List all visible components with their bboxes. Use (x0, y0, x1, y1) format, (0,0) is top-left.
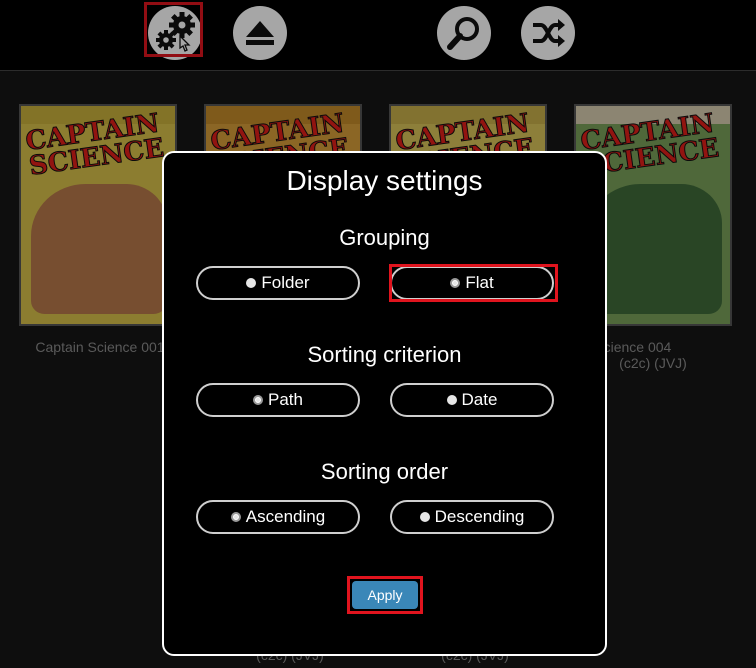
sorting-date-option[interactable]: Date (390, 383, 554, 417)
dialog-title: Display settings (286, 165, 483, 196)
sorting-descending-option[interactable]: Descending (390, 500, 554, 534)
sorting-criterion-title: Sorting criterion (307, 342, 462, 367)
option-label: Flat (465, 273, 494, 292)
sorting-path-option[interactable]: Path (196, 383, 360, 417)
radio-icon (419, 512, 430, 522)
grouping-title: Grouping (339, 225, 430, 250)
grouping-folder-option[interactable]: Folder (196, 266, 360, 300)
sorting-order-title: Sorting order (320, 459, 449, 484)
option-label: Descending (434, 507, 525, 526)
sorting-ascending-option[interactable]: Ascending (196, 500, 360, 534)
option-label: Folder (261, 273, 310, 292)
display-settings-dialog: Display settings Grouping Folder Flat So… (162, 151, 607, 656)
radio-icon (446, 395, 457, 405)
apply-button[interactable]: Apply (352, 581, 418, 609)
option-label: Date (461, 390, 498, 409)
radio-icon (246, 278, 257, 288)
option-label: Path (268, 390, 303, 409)
radio-checked-icon (253, 395, 263, 405)
radio-checked-icon (230, 512, 241, 522)
radio-checked-icon (450, 278, 461, 288)
option-label: Ascending (245, 507, 326, 526)
grouping-flat-option[interactable]: Flat (390, 266, 554, 300)
